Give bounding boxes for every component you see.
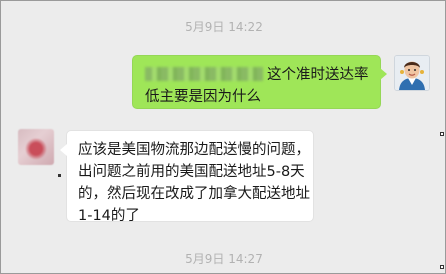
resize-handle[interactable]: [440, 265, 444, 269]
message-line: 应该是美国物流那边配送慢的问题，: [78, 142, 310, 158]
resize-handle[interactable]: [440, 132, 444, 136]
message-timestamp: 5月9日 14:27: [185, 252, 263, 266]
message-line: 1-14的了: [78, 208, 140, 224]
incoming-message-bubble[interactable]: 应该是美国物流那边配送慢的问题， 出问题之前用的美国配送地址5-8天 的，然后现…: [60, 130, 314, 224]
message-line: 低主要是因为什么: [145, 86, 369, 108]
message-line: 这个准时送达率: [145, 64, 369, 86]
message-line: 的，然后现在改成了加拿大配送地址: [78, 186, 310, 202]
contact-avatar[interactable]: [18, 129, 54, 165]
message-text: 这个准时送达率: [267, 67, 369, 83]
chat-window: 5月9日 14:22 这个准时送达率 低主要是因为什么 应该是美国物流那边配送慢…: [0, 0, 446, 274]
message-line: 出问题之前用的美国配送地址5-8天: [78, 164, 305, 180]
avatar-photo-icon: [395, 56, 429, 90]
outgoing-message-bubble[interactable]: 这个准时送达率 低主要是因为什么: [132, 55, 387, 109]
redacted-text: [145, 67, 263, 81]
message-text: 低主要是因为什么: [145, 89, 261, 105]
message-timestamp: 5月9日 14:22: [185, 20, 263, 34]
resize-handle[interactable]: [58, 174, 61, 177]
self-avatar[interactable]: [394, 55, 430, 91]
